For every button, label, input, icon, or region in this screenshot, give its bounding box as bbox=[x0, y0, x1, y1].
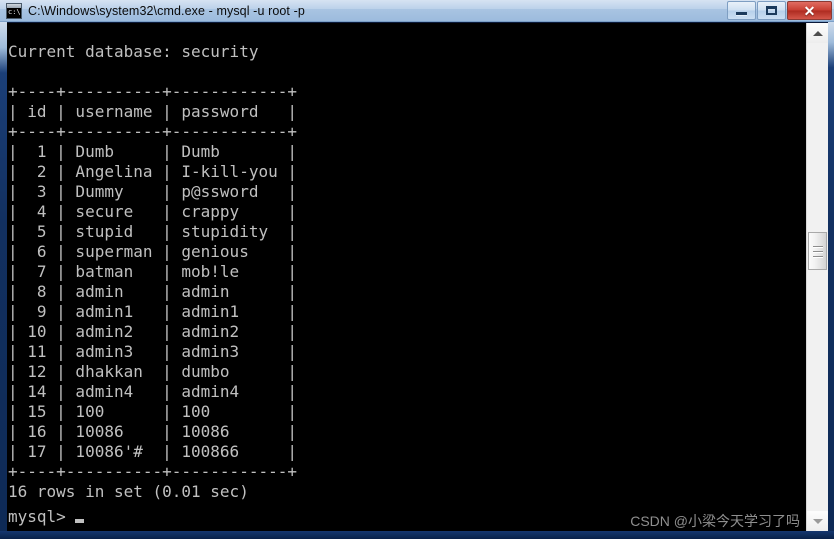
scroll-down-arrow-icon bbox=[812, 518, 823, 524]
close-icon: ✕ bbox=[803, 2, 816, 19]
grip-line-icon bbox=[812, 250, 823, 252]
scroll-down-button[interactable] bbox=[807, 511, 828, 531]
window-border-right bbox=[828, 22, 834, 531]
console-scrollbar[interactable] bbox=[806, 23, 828, 531]
scroll-up-button[interactable] bbox=[807, 23, 828, 43]
window-controls: ✕ bbox=[726, 1, 832, 21]
window-title-bar[interactable]: C:\Windows\system32\cmd.exe - mysql -u r… bbox=[0, 0, 834, 22]
maximize-icon bbox=[766, 6, 777, 15]
grip-line-icon bbox=[812, 255, 823, 257]
scroll-up-arrow-icon bbox=[812, 30, 823, 36]
maximize-button[interactable] bbox=[757, 1, 786, 20]
minimize-icon bbox=[736, 11, 747, 15]
text-cursor bbox=[75, 519, 85, 523]
console-prompt-line: mysql> bbox=[8, 507, 85, 527]
cmd-window: C:\Windows\system32\cmd.exe - mysql -u r… bbox=[0, 0, 834, 539]
prompt-text: mysql> bbox=[8, 507, 66, 526]
console-client-area[interactable]: Current database: security +----+-------… bbox=[7, 23, 812, 531]
window-title-text: C:\Windows\system32\cmd.exe - mysql -u r… bbox=[28, 4, 305, 18]
scrollbar-thumb[interactable] bbox=[808, 232, 827, 270]
cmd-console-icon bbox=[6, 3, 22, 19]
grip-line-icon bbox=[812, 245, 823, 247]
window-border-bottom bbox=[0, 531, 834, 539]
console-output: Current database: security +----+-------… bbox=[8, 42, 297, 501]
window-border-left bbox=[0, 22, 7, 531]
minimize-button[interactable] bbox=[727, 1, 756, 20]
close-button[interactable]: ✕ bbox=[787, 1, 832, 20]
